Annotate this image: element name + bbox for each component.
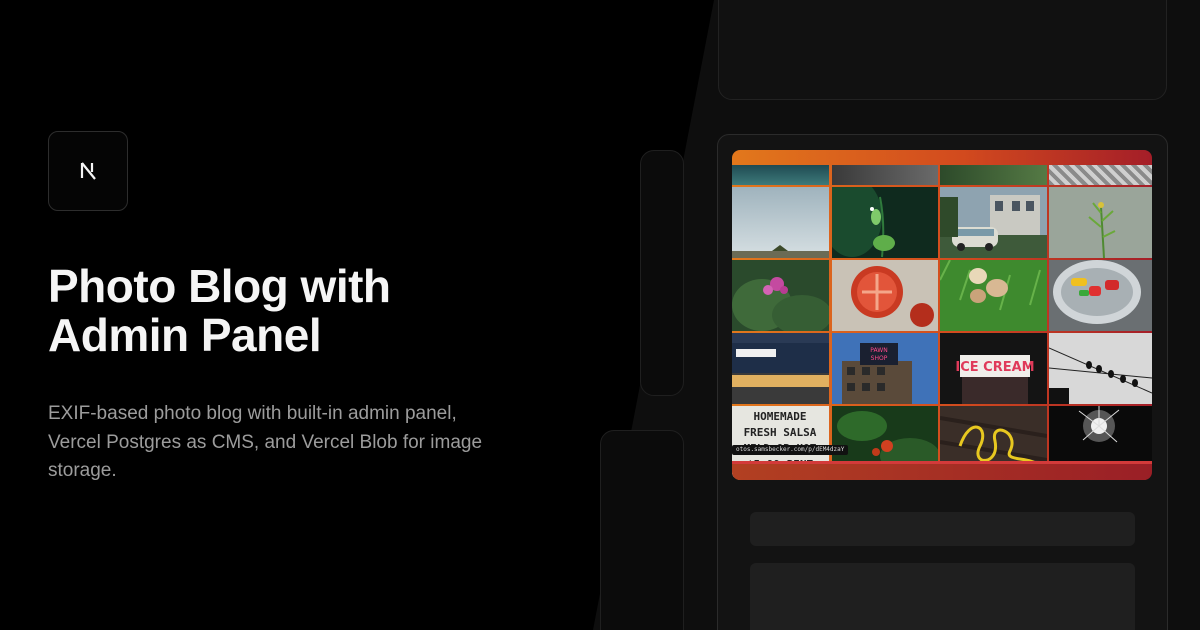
thumbnail[interactable]	[1049, 333, 1152, 404]
thumbnail[interactable]	[732, 165, 829, 185]
thumbnail[interactable]	[832, 260, 938, 331]
link-url-tooltip: otos.samsbecker.com/p/dEM4dzaY	[732, 445, 849, 455]
thumbnail[interactable]	[832, 165, 938, 185]
page-title: Photo Blog with Admin Panel	[48, 262, 608, 360]
thumbnail[interactable]	[1049, 187, 1152, 258]
thumbnail[interactable]	[732, 260, 829, 331]
title-line-1: Photo Blog with	[48, 260, 391, 312]
neon-sign-line1: PAWN	[870, 347, 887, 354]
thumbnail[interactable]	[940, 260, 1047, 331]
top-preview-card	[718, 0, 1167, 100]
description-line-3: storage.	[48, 460, 117, 481]
ice-cream-sign: ICE CREAM	[955, 360, 1034, 375]
thumbnail[interactable]	[940, 187, 1047, 258]
placeholder-block	[750, 563, 1135, 630]
sign-line-1: HOMEMADE	[754, 410, 807, 423]
thumbnail[interactable]	[1049, 260, 1152, 331]
thumbnail[interactable]	[732, 333, 829, 404]
background-card	[600, 430, 684, 630]
thumbnail[interactable]	[940, 165, 1047, 185]
thumbnail[interactable]: PAWN SHOP	[832, 333, 938, 404]
sign-line-2: FRESH SALSA	[744, 426, 817, 439]
description-line-1: EXIF-based photo blog with built-in admi…	[48, 403, 457, 424]
thumbnail[interactable]	[832, 187, 938, 258]
thumbnail[interactable]: ICE CREAM	[940, 333, 1047, 404]
description: EXIF-based photo blog with built-in admi…	[48, 400, 568, 486]
photo-grid: PAWN SHOP ICE CREAM HOMEMADE FRESH SALSA…	[732, 165, 1152, 480]
thumbnail[interactable]	[1049, 165, 1152, 185]
nextjs-logo	[48, 131, 128, 211]
nextjs-logo-icon	[80, 162, 96, 180]
title-line-2: Admin Panel	[48, 309, 322, 361]
screenshot-footer-bar	[732, 461, 1152, 480]
background-card	[640, 150, 684, 396]
placeholder-bar	[750, 512, 1135, 546]
thumbnail[interactable]	[732, 187, 829, 258]
photo-grid-screenshot: PAWN SHOP ICE CREAM HOMEMADE FRESH SALSA…	[732, 150, 1152, 480]
neon-sign-line2: SHOP	[871, 355, 888, 362]
description-line-2: Vercel Postgres as CMS, and Vercel Blob …	[48, 431, 483, 453]
